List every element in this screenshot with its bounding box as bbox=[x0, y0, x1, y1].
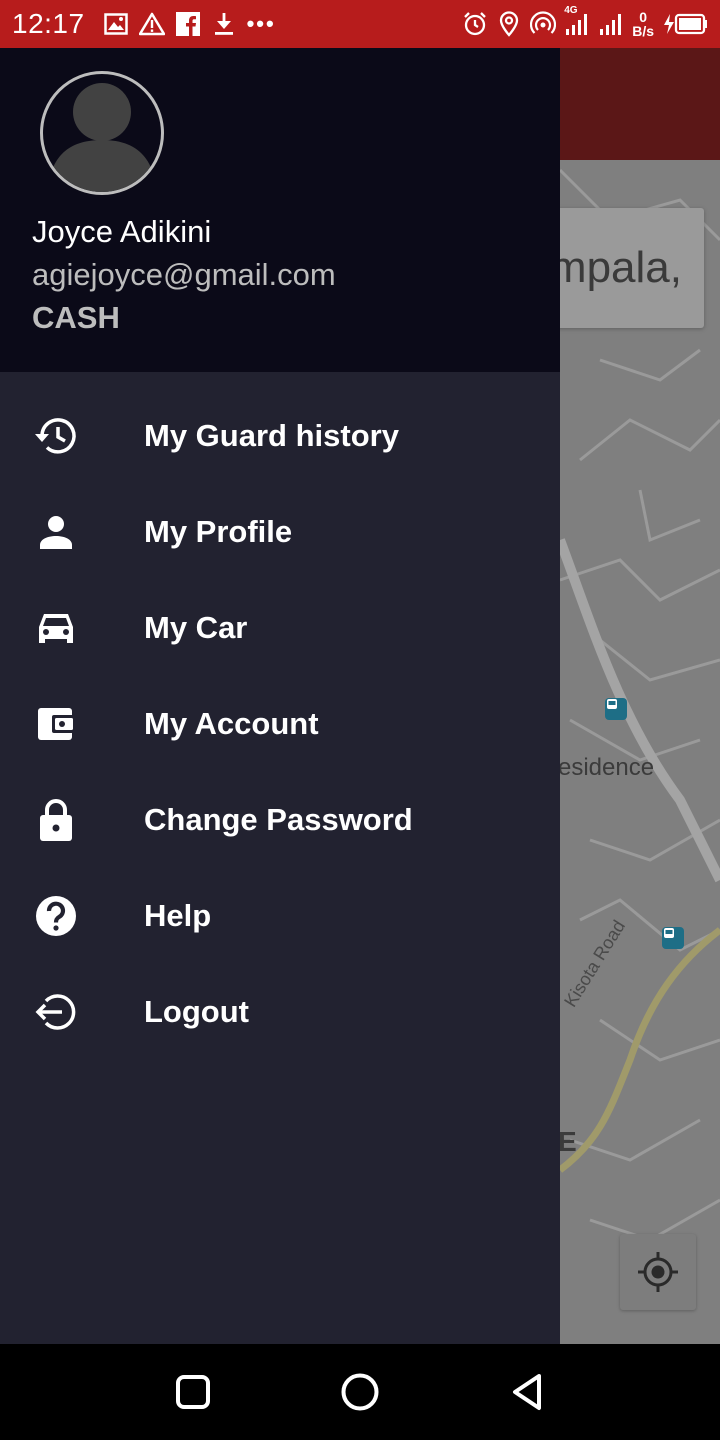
payment-method: CASH bbox=[32, 300, 120, 335]
menu-item-logout[interactable]: Logout bbox=[0, 964, 560, 1060]
menu-item-change-password[interactable]: Change Password bbox=[0, 772, 560, 868]
wallet-icon bbox=[34, 702, 78, 746]
net-speed: 0 B/s bbox=[632, 10, 654, 38]
menu-item-guard-history[interactable]: My Guard history bbox=[0, 388, 560, 484]
bus-stop-icon bbox=[662, 927, 684, 949]
my-location-icon bbox=[638, 1252, 678, 1292]
notification-icons: ••• bbox=[103, 11, 276, 37]
system-icons: 4G 0 B/s bbox=[462, 5, 708, 38]
my-location-button[interactable] bbox=[620, 1234, 696, 1310]
menu-item-profile[interactable]: My Profile bbox=[0, 484, 560, 580]
menu-item-label: My Car bbox=[144, 610, 248, 645]
lock-icon bbox=[34, 798, 78, 842]
destination-search-text: mpala, bbox=[549, 243, 682, 292]
logout-icon bbox=[34, 990, 78, 1034]
network-type-label: 4G bbox=[564, 5, 578, 16]
menu-item-label: Logout bbox=[144, 994, 250, 1029]
avatar[interactable] bbox=[40, 71, 164, 195]
bus-stop-icon bbox=[605, 698, 627, 720]
user-name: Joyce Adikini bbox=[32, 214, 212, 249]
signal-4g-icon: 4G bbox=[564, 5, 590, 37]
menu-item-car[interactable]: My Car bbox=[0, 580, 560, 676]
menu-item-label: My Profile bbox=[144, 514, 293, 549]
download-icon bbox=[211, 11, 237, 37]
car-icon bbox=[34, 606, 78, 650]
menu-item-label: Change Password bbox=[144, 802, 413, 837]
alarm-icon bbox=[462, 11, 488, 37]
map-label-residence: esidence bbox=[558, 754, 655, 781]
navigation-drawer: Joyce Adikini agiejoyce@gmail.com CASH M… bbox=[0, 48, 560, 1344]
recents-icon bbox=[176, 1375, 211, 1409]
map-label-partial: E bbox=[558, 1126, 577, 1157]
battery-charging-icon bbox=[662, 11, 708, 37]
avatar-placeholder-icon bbox=[47, 83, 157, 192]
drawer-header: Joyce Adikini agiejoyce@gmail.com CASH bbox=[0, 48, 560, 372]
net-speed-value: 0 bbox=[639, 9, 647, 25]
hotspot-icon bbox=[530, 11, 557, 37]
home-icon bbox=[341, 1373, 379, 1411]
gallery-icon bbox=[103, 11, 129, 37]
status-time: 12:17 bbox=[12, 8, 85, 39]
help-icon bbox=[34, 894, 78, 938]
menu-item-label: Help bbox=[144, 898, 212, 933]
menu-item-help[interactable]: Help bbox=[0, 868, 560, 964]
net-speed-unit: B/s bbox=[632, 23, 654, 39]
history-icon bbox=[34, 414, 78, 458]
home-button[interactable] bbox=[330, 1362, 390, 1422]
warning-icon bbox=[138, 11, 165, 37]
location-icon bbox=[496, 11, 522, 37]
more-dots-icon: ••• bbox=[246, 11, 276, 36]
drawer-menu: My Guard history My Profile My Car My Ac… bbox=[0, 388, 560, 1060]
system-nav-bar bbox=[0, 1344, 720, 1440]
menu-item-account[interactable]: My Account bbox=[0, 676, 560, 772]
signal-icon bbox=[598, 11, 624, 37]
back-icon bbox=[512, 1374, 541, 1410]
menu-item-label: My Account bbox=[144, 706, 319, 741]
recents-button[interactable] bbox=[163, 1362, 223, 1422]
person-icon bbox=[34, 510, 78, 554]
facebook-icon bbox=[175, 11, 201, 37]
status-bar: 12:17 ••• 4G 0 B/s bbox=[0, 0, 720, 48]
user-email: agiejoyce@gmail.com bbox=[32, 257, 336, 292]
back-button[interactable] bbox=[497, 1362, 557, 1422]
menu-item-label: My Guard history bbox=[144, 418, 399, 453]
